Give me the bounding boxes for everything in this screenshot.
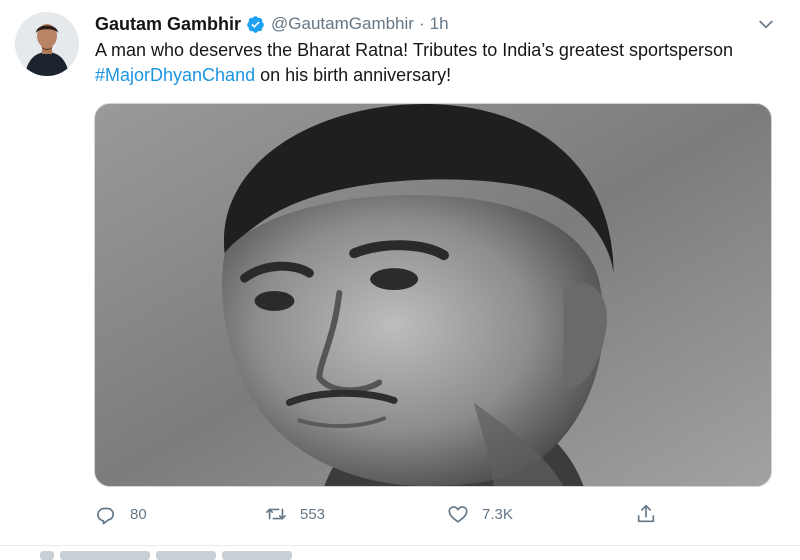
avatar[interactable] bbox=[15, 12, 79, 76]
portrait-photo bbox=[95, 104, 771, 486]
tweet-header: Gautam Gambhir @GautamGambhir · 1h bbox=[95, 12, 449, 36]
like-icon bbox=[448, 506, 468, 523]
verified-badge-icon bbox=[246, 15, 265, 34]
like-count: 7.3K bbox=[482, 505, 513, 523]
avatar-photo bbox=[15, 12, 79, 76]
timestamp[interactable]: 1h bbox=[430, 14, 449, 34]
retweet-button[interactable]: 553 bbox=[265, 500, 325, 528]
share-icon bbox=[637, 504, 655, 523]
like-button[interactable]: 7.3K bbox=[447, 500, 513, 528]
hashtag-link[interactable]: #MajorDhyanChand bbox=[95, 65, 255, 85]
chevron-down-icon[interactable] bbox=[756, 14, 776, 34]
share-button[interactable] bbox=[635, 500, 657, 528]
tweet-card[interactable]: Gautam Gambhir @GautamGambhir · 1h A man… bbox=[0, 0, 800, 545]
tweet-actions: 80 553 7.3K bbox=[95, 500, 735, 528]
user-handle[interactable]: @GautamGambhir bbox=[271, 14, 414, 34]
tweet-text-part-2: on his birth anniversary! bbox=[255, 65, 452, 85]
reply-button[interactable]: 80 bbox=[95, 500, 147, 528]
display-name[interactable]: Gautam Gambhir bbox=[95, 14, 241, 35]
tweet-image[interactable] bbox=[94, 103, 772, 487]
next-tweet-preview bbox=[40, 551, 370, 560]
tweet-text-part-1: A man who deserves the Bharat Ratna! Tri… bbox=[95, 40, 734, 60]
reply-count: 80 bbox=[130, 505, 147, 523]
separator-dot: · bbox=[418, 14, 425, 33]
retweet-count: 553 bbox=[300, 505, 326, 523]
tweet-text: A man who deserves the Bharat Ratna! Tri… bbox=[95, 38, 735, 88]
divider bbox=[0, 545, 800, 546]
reply-icon bbox=[97, 507, 114, 525]
retweet-icon bbox=[266, 508, 286, 520]
